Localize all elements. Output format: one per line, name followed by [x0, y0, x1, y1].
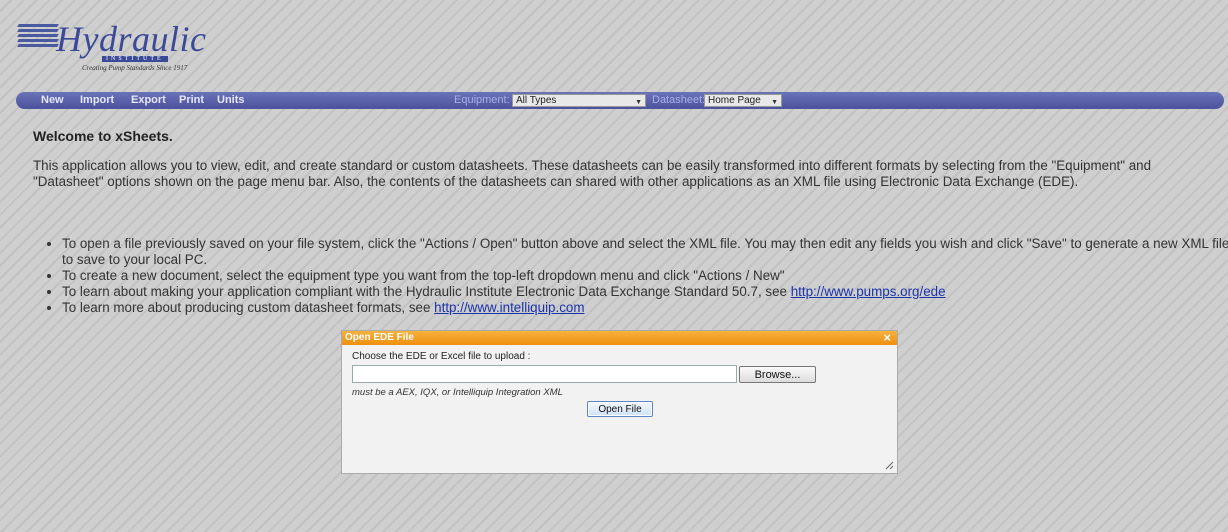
logo-tagline: Creating Pump Standards Since 1917: [82, 64, 188, 72]
hydraulic-institute-logo: Hydraulic INSTITUTE Creating Pump Standa…: [16, 18, 216, 72]
list-item-text: To open a file previously saved on your …: [62, 236, 1228, 267]
list-item-text: To create a new document, select the equ…: [62, 268, 785, 283]
list-item-text: To learn more about producing custom dat…: [62, 300, 435, 315]
logo-word: Hydraulic: [56, 19, 207, 59]
upload-prompt: Choose the EDE or Excel file to upload :: [352, 351, 531, 362]
menu-new[interactable]: New: [41, 94, 64, 106]
equipment-select[interactable]: All Types ▼: [512, 94, 646, 107]
list-item: To learn about making your application c…: [62, 284, 1228, 300]
menu-units[interactable]: Units: [217, 94, 245, 106]
open-file-button[interactable]: Open File: [587, 401, 653, 417]
list-item: To create a new document, select the equ…: [62, 268, 1228, 284]
menu-export[interactable]: Export: [131, 94, 166, 106]
datasheet-select-value: Home Page: [708, 95, 761, 106]
close-icon[interactable]: ×: [883, 330, 891, 345]
menu-import[interactable]: Import: [80, 94, 114, 106]
resize-grip-icon[interactable]: [885, 461, 894, 470]
equipment-select-value: All Types: [516, 95, 557, 106]
file-type-hint: must be a AEX, IQX, or Intelliquip Integ…: [352, 387, 563, 398]
datasheet-label: Datasheet:: [652, 94, 706, 106]
menu-print[interactable]: Print: [179, 94, 204, 106]
list-item: To open a file previously saved on your …: [62, 236, 1228, 268]
intelliquip-link[interactable]: http://www.intelliquip.com: [434, 300, 584, 315]
datasheet-select[interactable]: Home Page ▼: [704, 94, 782, 107]
dropdown-arrow-icon: ▼: [771, 99, 778, 106]
menu-bar: New Import Export Print Units Equipment:…: [16, 92, 1224, 109]
list-item: To learn more about producing custom dat…: [62, 300, 1228, 316]
equipment-label: Equipment:: [454, 94, 510, 106]
dialog-titlebar[interactable]: Open EDE File ×: [342, 330, 897, 345]
pumps-ede-link[interactable]: http://www.pumps.org/ede: [791, 284, 946, 299]
open-ede-file-dialog: Open EDE File × Choose the EDE or Excel …: [341, 330, 898, 474]
logo-institute: INSTITUTE: [102, 56, 168, 62]
instructions-list: To open a file previously saved on your …: [42, 236, 1228, 316]
file-path-input[interactable]: [352, 365, 737, 383]
dropdown-arrow-icon: ▼: [635, 99, 642, 106]
logo-stripes-icon: [17, 24, 59, 50]
browse-button[interactable]: Browse...: [739, 366, 816, 383]
list-item-text: To learn about making your application c…: [62, 284, 791, 299]
dialog-title: Open EDE File: [345, 332, 414, 343]
intro-paragraph: This application allows you to view, edi…: [33, 158, 1152, 189]
welcome-heading: Welcome to xSheets.: [33, 128, 173, 144]
